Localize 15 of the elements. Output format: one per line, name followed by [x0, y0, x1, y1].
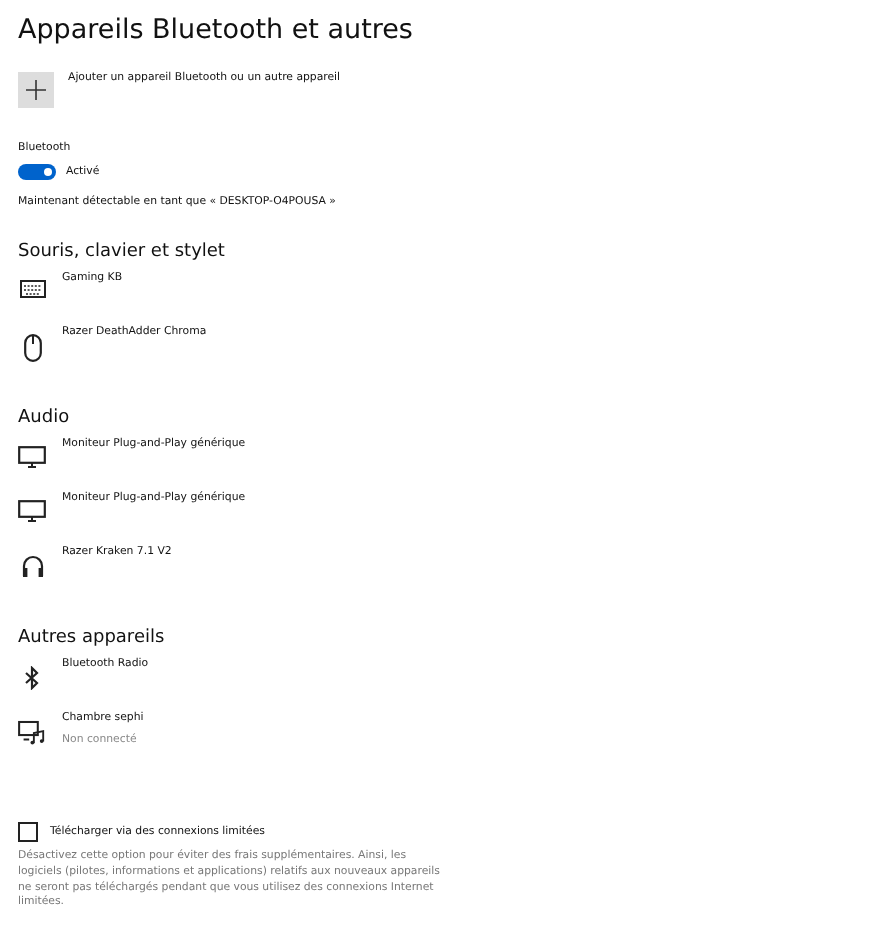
headphones-icon	[21, 554, 43, 578]
add-device-button[interactable]	[18, 72, 54, 108]
section-heading: Autres appareils	[18, 628, 167, 648]
keyboard-icon	[19, 280, 45, 298]
section-heading: Souris, clavier et stylet	[18, 242, 227, 262]
metered-checkbox[interactable]	[18, 822, 38, 842]
plus-icon	[26, 80, 46, 100]
bluetooth-toggle[interactable]	[18, 164, 56, 180]
monitor-icon	[18, 500, 46, 522]
display-music-icon	[18, 720, 46, 746]
mouse-icon	[23, 334, 41, 362]
bluetooth-icon	[24, 666, 40, 690]
section-heading: Audio	[18, 408, 72, 428]
page-title: Appareils Bluetooth et autres	[18, 14, 415, 46]
monitor-icon	[18, 446, 46, 468]
